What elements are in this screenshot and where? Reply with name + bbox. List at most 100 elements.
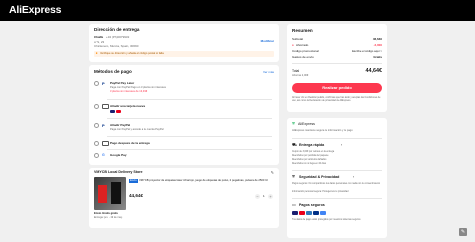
payment-method-paypal-later[interactable]: P PayPal Pay Later Paga con PayPal Pago … xyxy=(89,79,279,99)
trust-item-title[interactable]: Pagos seguros xyxy=(299,203,325,208)
divider xyxy=(107,118,272,119)
product-badge: Envío xyxy=(129,178,138,183)
google-pay-icon xyxy=(320,211,326,215)
top-bar: AliExpress xyxy=(0,0,475,21)
paypal-icon: P xyxy=(102,81,109,86)
divider xyxy=(292,63,382,64)
store-card: VMYCB Local Delivery Store ✎ Envío VMYCB… xyxy=(89,168,279,228)
card-icon: ▭ xyxy=(292,202,296,207)
shield-check-icon: ⛨ xyxy=(292,121,295,126)
trust-item-line: Pagos seguros: No compartimos tus datos … xyxy=(292,183,380,185)
paypal-icon xyxy=(313,211,319,215)
delivery-truck-icon: ⛟ xyxy=(292,142,298,147)
radio-paypal-later[interactable] xyxy=(94,81,99,86)
payment-method-paypal[interactable]: P Añadir PayPal Paga con PayPal y accede… xyxy=(89,121,279,135)
floating-edit-button[interactable]: ✎ xyxy=(459,228,467,236)
summary-title: Resumen xyxy=(292,28,313,33)
card-icon xyxy=(102,104,109,109)
visa-icon xyxy=(110,110,115,113)
address-title: Dirección de entrega xyxy=(94,27,140,32)
radio-paypal[interactable] xyxy=(94,123,99,128)
amex-icon xyxy=(306,211,312,215)
quantity-value: 1 xyxy=(263,194,265,198)
divider xyxy=(292,138,382,139)
method-sub-highlight: 3 plazos sin intereses de 13,49€ xyxy=(110,90,148,93)
place-order-button[interactable]: Realizar pedido xyxy=(292,83,382,93)
trust-item-title[interactable]: Seguridad & Privacidad xyxy=(299,175,339,180)
terms-text: Al hacer clic en Realizar pedido, confir… xyxy=(292,97,381,103)
delivery-date: Entrega: jun. - 19 de may. xyxy=(94,216,123,219)
divider xyxy=(292,198,382,199)
total-sub: Ahorras 2,00€ xyxy=(292,74,309,77)
pencil-icon: ✎ xyxy=(460,229,466,235)
trust-item-line: Reembolso por artículos dañados xyxy=(292,159,327,161)
summary-row-label: Ahorrado xyxy=(296,43,309,47)
method-sub: Paga con PayPal y accede a tu cuenta Pay… xyxy=(110,128,164,131)
total-label: Total xyxy=(292,69,300,73)
cash-icon xyxy=(102,140,109,146)
aliexpress-logo[interactable]: AliExpress xyxy=(9,4,61,16)
trust-item-title[interactable]: Entrega rápida xyxy=(299,143,324,148)
divider xyxy=(107,136,272,137)
product-price: 44,64€ xyxy=(129,193,144,198)
mastercard-icon xyxy=(116,110,121,113)
see-all-payments-link[interactable]: Ver más xyxy=(263,71,274,74)
summary-row-label: Subtotal xyxy=(292,37,304,41)
summary-row-value: Gratis xyxy=(373,55,382,59)
payment-title: Métodos de pago xyxy=(94,69,132,74)
payment-method-cod[interactable]: Pago después de la entrega xyxy=(89,139,279,149)
promo-code-link[interactable]: Escribe el código aquí > xyxy=(352,50,382,53)
trust-item-line: Tus datos de pago están protegidos por n… xyxy=(292,219,361,221)
method-label: PayPal Pay Later xyxy=(110,81,135,85)
address-phone: +34 (Ph)0079932 xyxy=(106,35,130,39)
store-name[interactable]: VMYCB Local Delivery Store xyxy=(94,170,143,175)
divider xyxy=(107,99,272,100)
quantity-decrease-button[interactable]: − xyxy=(255,194,260,199)
summary-row-value: 46,64€ xyxy=(372,37,382,41)
trust-intro: AliExpress mantiene segura tu informació… xyxy=(292,129,353,132)
trust-item-line: Reembolso por pérdida del paquete xyxy=(292,155,329,157)
notice-icon: ● xyxy=(95,51,98,55)
quantity-increase-button[interactable]: + xyxy=(268,194,273,199)
trust-item-line: Reembolso si no llega en 40 días xyxy=(292,163,326,165)
radio-new-card[interactable] xyxy=(94,104,99,109)
payment-method-new-card[interactable]: Añadir una tarjeta nueva xyxy=(89,102,279,117)
trust-brand: AliExpress xyxy=(298,122,315,126)
radio-google-pay[interactable] xyxy=(94,152,99,158)
summary-row-value: -2,00€ xyxy=(373,43,382,47)
product-title[interactable]: VMYCB proyector de etiquetas láser infra… xyxy=(139,179,274,183)
payment-card: Métodos de pago Ver más P PayPal Pay Lat… xyxy=(89,65,279,165)
summary-row-label: Código promocional xyxy=(292,49,319,53)
method-label: Pago después de la entrega xyxy=(110,140,150,145)
mastercard-icon xyxy=(299,211,305,215)
radio-cod[interactable] xyxy=(94,140,99,146)
change-address-link[interactable]: Modificar xyxy=(261,40,274,43)
trust-card: ⛨ AliExpress AliExpress mantiene segura … xyxy=(287,118,387,238)
visa-icon xyxy=(292,211,298,215)
chevron-right-icon: › xyxy=(353,175,355,179)
method-label: Añadir PayPal xyxy=(110,123,131,127)
notice-text: Verifique su dirección y añada el código… xyxy=(100,51,164,55)
payment-method-google-pay[interactable]: G Google Pay xyxy=(89,151,279,161)
trust-item-line: Cupón de 3,00€ por retraso en la entrega xyxy=(292,151,335,153)
shield-icon: ⛨ xyxy=(292,174,295,179)
method-label: Añadir una tarjeta nueva xyxy=(110,104,146,108)
address-notice: ● Verifique su dirección y añada el códi… xyxy=(94,51,274,57)
address-line2: Chiclenero, Murcia, Spain, 30690 xyxy=(94,44,139,48)
product-image[interactable] xyxy=(94,177,126,210)
trust-item-line: Información personal segura: Protegemos … xyxy=(292,191,349,193)
summary-card: Resumen Subtotal 46,64€ ● Ahorrado -2,00… xyxy=(287,24,387,112)
paypal-icon: P xyxy=(102,123,105,128)
savings-icon: ● xyxy=(292,42,294,47)
edit-icon[interactable]: ✎ xyxy=(271,171,274,175)
method-label: Google Pay xyxy=(110,152,127,157)
chevron-right-icon: › xyxy=(341,143,343,147)
google-pay-icon: G xyxy=(102,152,105,157)
summary-row-label: Gastos de envío xyxy=(292,55,314,59)
divider xyxy=(107,149,272,150)
address-name: Chalfe xyxy=(94,35,104,39)
divider xyxy=(292,170,382,171)
address-card: Dirección de entrega Chalfe +34 (Ph)0079… xyxy=(89,24,279,62)
total-value: 44,64€ xyxy=(365,68,383,74)
place-order-label: Realizar pedido xyxy=(322,85,352,90)
